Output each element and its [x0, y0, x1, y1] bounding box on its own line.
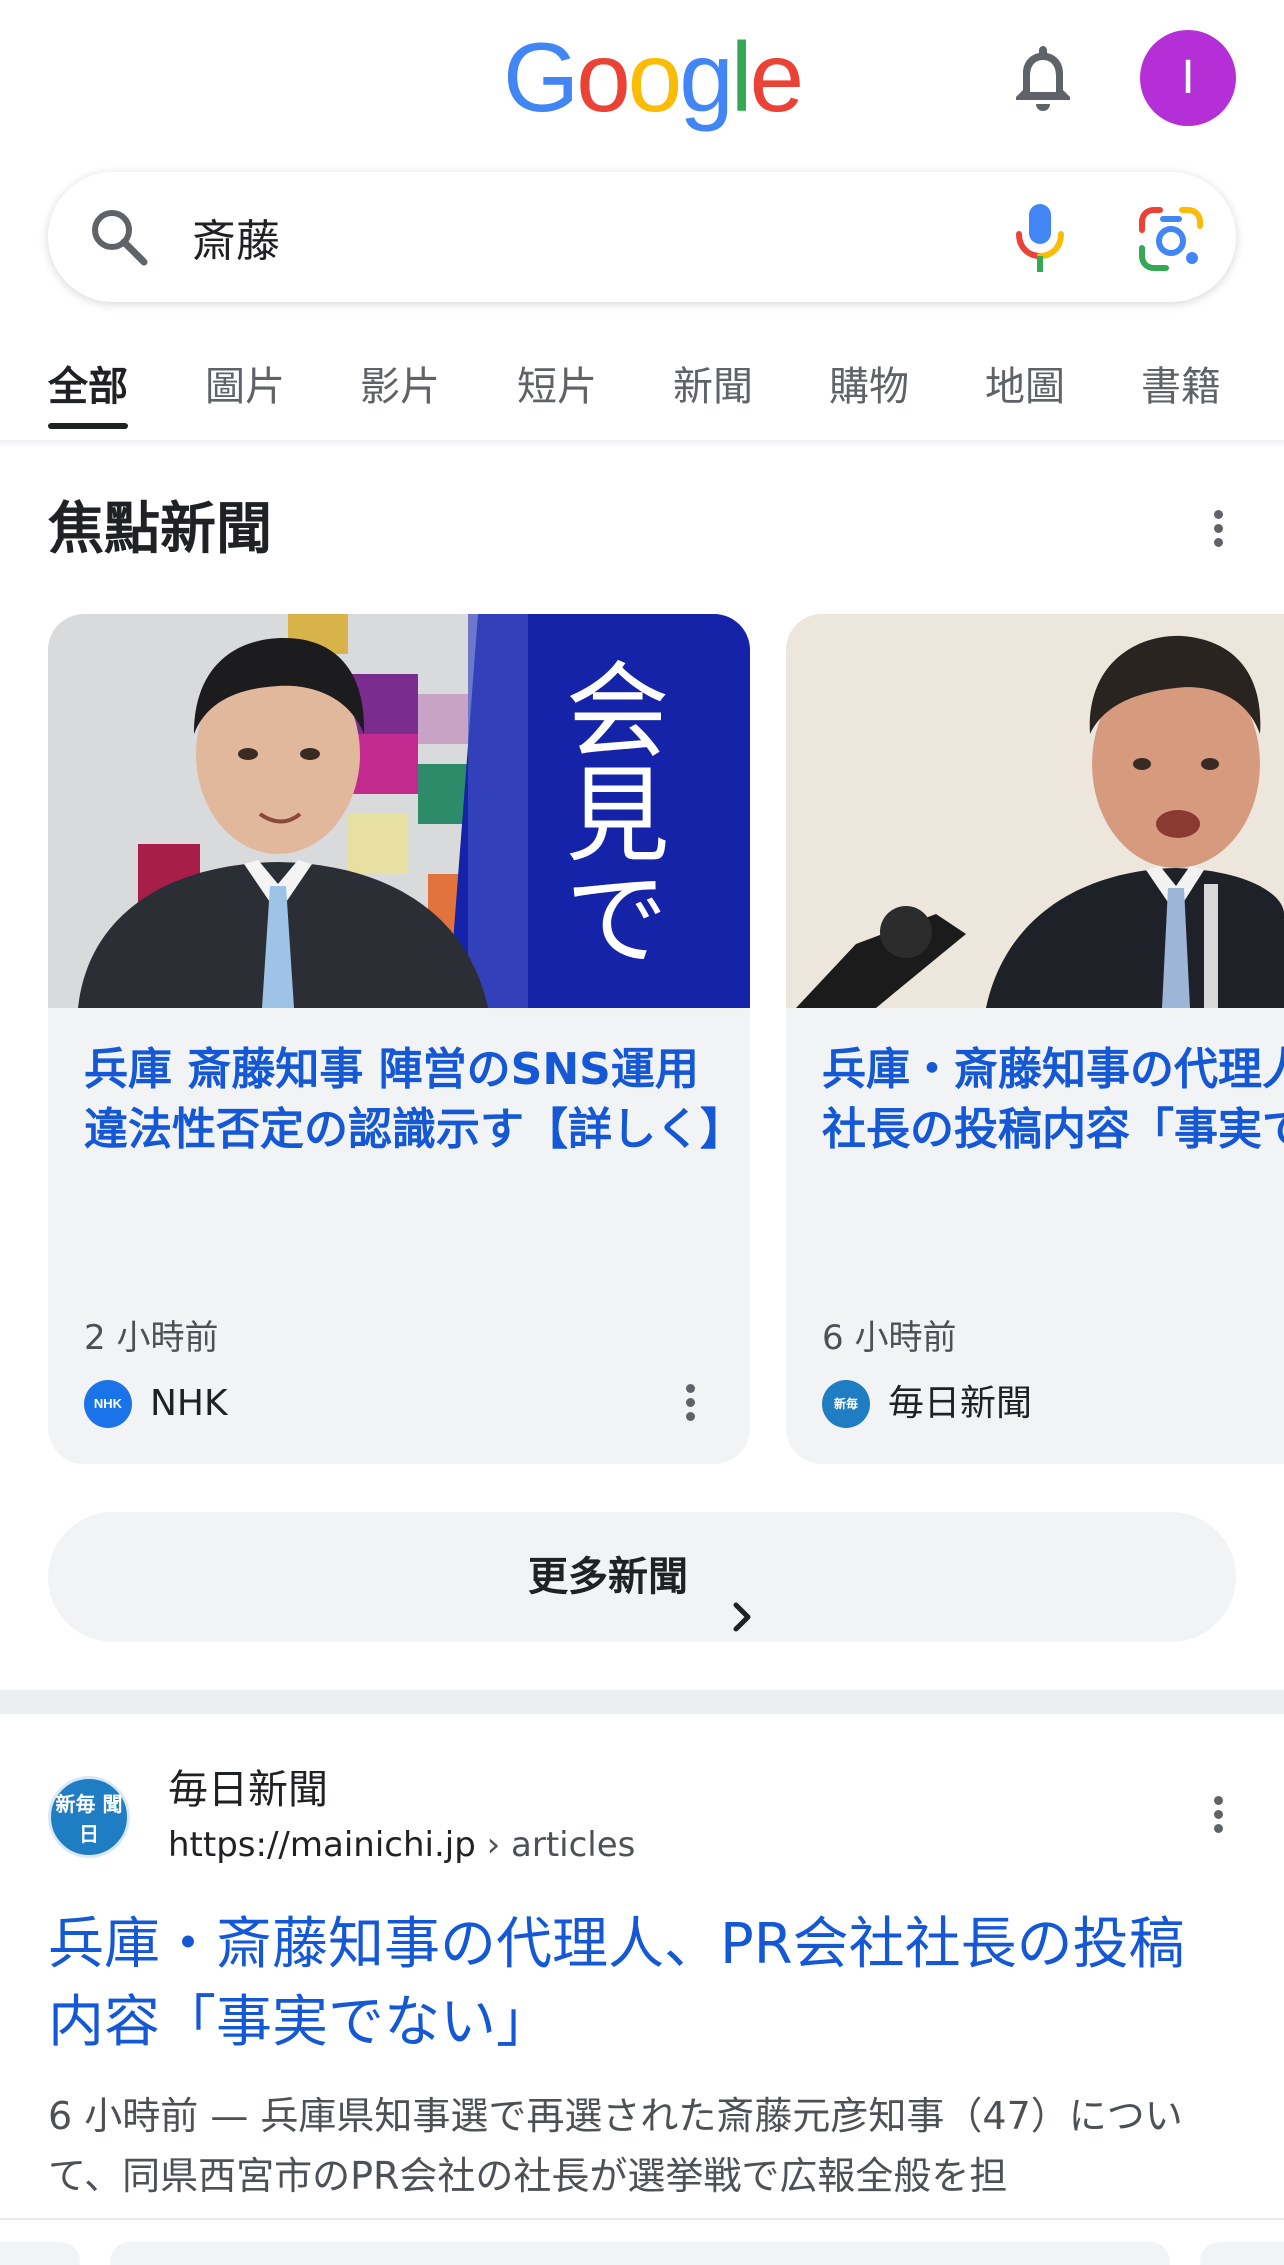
tab-all[interactable]: 全部 [48, 359, 128, 429]
tab-maps[interactable]: 地圖 [985, 359, 1065, 429]
news-card-1-menu-icon[interactable] [678, 1380, 702, 1436]
search-icon [86, 204, 152, 270]
result-snippet-time: 6 小時前 [48, 2094, 199, 2138]
voice-search-mic-icon[interactable] [1010, 200, 1070, 276]
news-card-2-time: 6 小時前 [822, 1318, 957, 1358]
tab-books[interactable]: 書籍 [1141, 359, 1221, 429]
account-avatar[interactable]: I [1140, 30, 1236, 126]
news-card-2[interactable]: 兵庫・斎藤知事の代理人、PR会社社長の投稿内容「事実でない」 6 小時前 新毎 … [786, 614, 1284, 1464]
tab-videos[interactable]: 影片 [360, 359, 440, 429]
tab-shopping[interactable]: 購物 [829, 359, 909, 429]
logo-letter-6: e [749, 22, 804, 132]
nhk-logo: NHK [84, 1380, 132, 1428]
news-card-1-time: 2 小時前 [84, 1318, 219, 1358]
section-divider [0, 1690, 1284, 1714]
news-card-2-source: 毎日新聞 [888, 1383, 1033, 1424]
google-logo[interactable]: Google [503, 22, 804, 132]
top-bar: Google I [0, 0, 1284, 160]
news-card-2-image [786, 614, 1284, 1008]
more-news-button[interactable]: 更多新聞 [48, 1512, 1236, 1642]
logo-letter-3: o [627, 22, 682, 132]
bottom-chip-left[interactable] [0, 2242, 80, 2265]
news-card-1-image: 会見で [48, 614, 750, 1008]
news-card-1-headline[interactable]: 兵庫 斎藤知事 陣営のSNS運用 違法性否定の認識示す【詳しく】 [84, 1040, 744, 1160]
news-card-1-source: NHK [150, 1383, 228, 1424]
tabs-divider [0, 440, 1284, 448]
tab-news[interactable]: 新聞 [673, 359, 753, 429]
result-snippet: 6 小時前 — 兵庫県知事選で再選された斎藤元彦知事（47）について、同県西宮市… [48, 2086, 1248, 2206]
result-title-link[interactable]: 兵庫・斎藤知事の代理人、PR会社社長の投稿内容「事実でない」 [48, 1906, 1238, 2062]
logo-letter-1: G [503, 22, 579, 132]
logo-letter-2: o [576, 22, 630, 132]
mainichi-site-logo: 新毎 聞日 [48, 1776, 130, 1858]
bottom-bar [0, 2218, 1284, 2265]
search-tabs: 全部 圖片 影片 短片 新聞 購物 地圖 書籍 [0, 345, 1284, 445]
logo-letter-4: g [679, 22, 733, 132]
logo-letter-5: l [730, 22, 753, 132]
top-stories-menu-icon[interactable] [1206, 506, 1230, 562]
tab-short-videos[interactable]: 短片 [517, 359, 597, 429]
result-url-path: › articles [475, 1825, 636, 1865]
mainichi-logo: 新毎 [822, 1380, 870, 1428]
tab-images[interactable]: 圖片 [205, 359, 285, 429]
result-url-domain: https://mainichi.jp [168, 1825, 476, 1865]
result-site-name[interactable]: 毎日新聞 [168, 1762, 328, 1818]
search-box[interactable] [48, 172, 1236, 302]
chevron-right-icon [730, 1559, 756, 1632]
top-stories-heading: 焦點新聞 [48, 497, 272, 562]
result-url[interactable]: https://mainichi.jp › articles [168, 1822, 635, 1868]
result-menu-icon[interactable] [1206, 1792, 1230, 1848]
google-lens-camera-icon[interactable] [1136, 204, 1206, 274]
more-news-label: 更多新聞 [528, 1554, 689, 1600]
search-input[interactable] [192, 198, 972, 276]
result-snippet-text: — 兵庫県知事選で再選された斎藤元彦知事（47）について、同県西宮市のPR会社の… [48, 2094, 1183, 2198]
bottom-chip-center[interactable] [110, 2242, 1170, 2265]
news-card-1-overlay-text: 会見で [547, 656, 669, 968]
news-card-1[interactable]: 会見で 兵庫 斎藤知事 陣営のSNS運用 違法性否定の認識示す【詳しく】 2 小… [48, 614, 750, 1464]
news-card-2-headline[interactable]: 兵庫・斎藤知事の代理人、PR会社社長の投稿内容「事実でない」 [822, 1040, 1284, 1160]
notifications-bell-icon[interactable] [1010, 40, 1076, 114]
bottom-chip-right[interactable] [1200, 2242, 1284, 2265]
